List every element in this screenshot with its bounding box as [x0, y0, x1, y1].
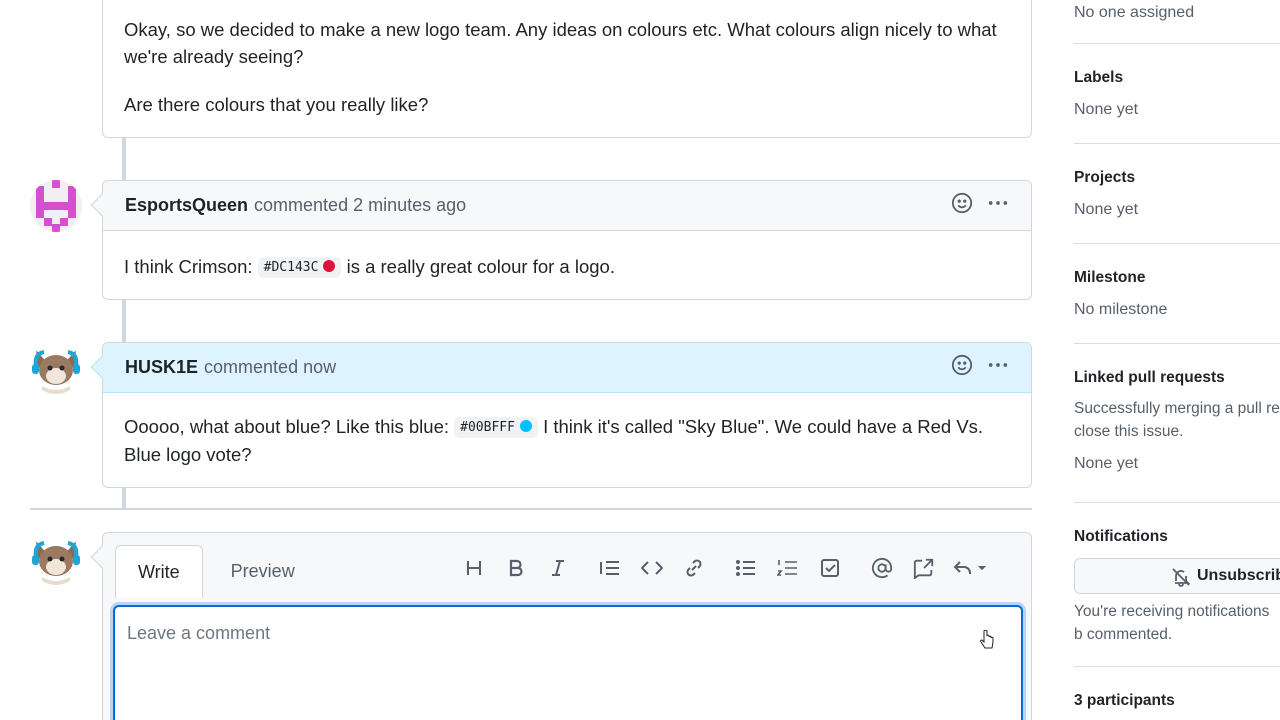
link-icon[interactable]: [673, 551, 715, 585]
unordered-list-icon[interactable]: [725, 551, 767, 585]
milestone-section: Milestone No milestone: [1074, 269, 1280, 319]
kebab-menu-icon[interactable]: [987, 192, 1009, 219]
assignees-value: No one assigned: [1074, 4, 1195, 21]
unsubscribe-label: Unsubscribe: [1197, 567, 1280, 584]
projects-section: Projects None yet: [1074, 169, 1280, 219]
sidebar-divider: [1074, 343, 1280, 344]
ordered-list-icon[interactable]: [767, 551, 809, 585]
labels-section: Labels None yet: [1074, 69, 1280, 119]
comment-action: commented: [254, 195, 349, 215]
assignees-section: No one assigned: [1074, 4, 1280, 22]
color-code-chip: #DC143C: [257, 257, 342, 278]
bell-slash-icon: [1171, 567, 1191, 592]
notifications-title: Notifications: [1074, 528, 1168, 545]
comment-author[interactable]: HUSK1E: [125, 357, 198, 378]
sidebar-divider: [1074, 243, 1280, 244]
participants-section: 3 participants: [1074, 692, 1280, 710]
comment-text: Ooooo, what about blue? Like this blue:: [124, 416, 455, 437]
comment-paragraph: Are there colours that you really like?: [124, 94, 429, 115]
bold-icon[interactable]: [495, 551, 537, 585]
color-code: #00BFFF: [460, 420, 515, 435]
comment-paragraph: Okay, so we decided to make a new logo t…: [124, 19, 997, 67]
comment-header: HUSK1E commented now: [103, 343, 1031, 393]
notifications-description: You're receiving notifications b comment…: [1074, 603, 1270, 643]
color-code: #DC143C: [263, 260, 319, 275]
comment-husk1e: HUSK1E commented now Ooooo, what about b…: [90, 342, 1032, 488]
issue-comment: Okay, so we decided to make a new logo t…: [102, 0, 1032, 138]
timeline-connector: [122, 138, 126, 180]
comment-timestamp[interactable]: 2 minutes ago: [353, 195, 466, 216]
comment-text: is a really great colour for a logo.: [341, 256, 615, 277]
comment-esportsqueen: EsportsQueen commented 2 minutes ago I t…: [90, 180, 1032, 300]
timeline-connector: [122, 300, 126, 342]
comment-body: Ooooo, what about blue? Like this blue: …: [103, 393, 1031, 484]
color-code-chip: #00BFFF: [454, 417, 538, 438]
comment-pointer: [90, 545, 114, 569]
sidebar-divider: [1074, 502, 1280, 503]
comment-body: Okay, so we decided to make a new logo t…: [103, 0, 1031, 134]
tab-preview[interactable]: Preview: [203, 545, 310, 597]
linked-pr-value: None yet: [1074, 455, 1139, 472]
comment-header: EsportsQueen commented 2 minutes ago: [103, 181, 1031, 231]
italic-icon[interactable]: [537, 551, 579, 585]
linked-pr-description: Successfully merging a pull re close thi…: [1074, 400, 1280, 440]
avatar[interactable]: [30, 533, 82, 585]
markdown-toolbar: [453, 551, 997, 585]
cross-reference-icon[interactable]: [903, 551, 945, 585]
pointer-cursor-icon: [980, 629, 994, 655]
mention-icon[interactable]: [861, 551, 903, 585]
timeline-connector: [122, 488, 126, 508]
new-comment-editor: Write Preview Leave a comment: [90, 532, 1032, 720]
comment-timestamp[interactable]: now: [303, 357, 336, 378]
projects-title[interactable]: Projects: [1074, 169, 1280, 187]
color-swatch-icon: [519, 420, 532, 432]
heading-icon[interactable]: [453, 551, 495, 585]
linked-pr-title[interactable]: Linked pull requests: [1074, 369, 1280, 387]
smiley-icon[interactable]: [951, 192, 973, 219]
avatar[interactable]: [30, 180, 82, 232]
comment-body: I think Crimson: #DC143C is a really gre…: [103, 231, 1031, 297]
comment-action: commented: [204, 357, 299, 377]
sidebar-divider: [1074, 143, 1280, 144]
notifications-description-wrap: You're receiving notifications b comment…: [1074, 600, 1280, 646]
editor-tabs: Write Preview: [115, 545, 310, 598]
notifications-section: Notifications: [1074, 528, 1280, 546]
labels-value: None yet: [1074, 101, 1139, 118]
code-icon[interactable]: [631, 551, 673, 585]
participants-title: 3 participants: [1074, 692, 1175, 709]
unsubscribe-button[interactable]: Unsubscribe: [1074, 558, 1280, 594]
labels-title[interactable]: Labels: [1074, 69, 1280, 87]
task-list-icon[interactable]: [809, 551, 851, 585]
quote-icon[interactable]: [589, 551, 631, 585]
avatar[interactable]: [30, 342, 82, 394]
comment-author[interactable]: EsportsQueen: [125, 195, 248, 216]
milestone-title[interactable]: Milestone: [1074, 269, 1280, 287]
comment-textarea[interactable]: Leave a comment: [113, 605, 1023, 720]
color-swatch-icon: [323, 260, 336, 272]
linked-pull-requests-section: Linked pull requests Successfully mergin…: [1074, 369, 1280, 473]
timeline-divider: [30, 508, 1032, 510]
projects-value: None yet: [1074, 201, 1139, 218]
reply-icon[interactable]: [945, 551, 997, 585]
sidebar-divider: [1074, 666, 1280, 667]
sidebar-divider: [1074, 43, 1280, 44]
tab-write[interactable]: Write: [115, 545, 203, 598]
smiley-icon[interactable]: [951, 354, 973, 381]
comment-text: I think Crimson:: [124, 256, 258, 277]
kebab-menu-icon[interactable]: [987, 354, 1009, 381]
milestone-value: No milestone: [1074, 301, 1168, 318]
